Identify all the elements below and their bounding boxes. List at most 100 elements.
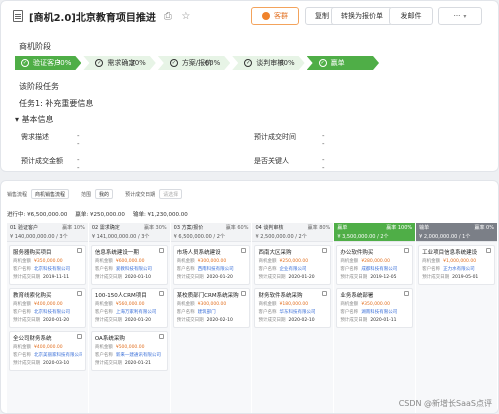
card-amount: 商机金额 ¥400,000.00 (13, 302, 63, 307)
card-checkbox-icon[interactable] (77, 334, 82, 339)
stage-requirement[interactable]: ✓ 需求确定 30% (83, 56, 155, 70)
opportunity-card[interactable]: 业务系统部署商机金额 ¥350,000.00 客户名称 湖南科技有限公司 预计成交日期 2… (336, 288, 414, 328)
expected-date-picker[interactable]: 请选择 (159, 189, 183, 199)
kanban-filters: 销售流程 商机销售流程 范围 我的 预计成交日期 请选择 (7, 189, 183, 199)
card-amount: 商机金额 ¥280,000.00 (340, 259, 390, 264)
card-checkbox-icon[interactable] (240, 248, 246, 253)
document-icon (13, 10, 23, 22)
opportunity-detail-panel: [商机2.0]北京教育项目推进 ⎙ ☆ 客群 复制 转换为报价单 发邮件 ···… (0, 0, 499, 172)
opportunity-card[interactable]: 教育线索化购买 商机金额 ¥400,000.00 客户名称 北京科技有限公司 预计成交日期… (9, 288, 86, 328)
card-checkbox-icon[interactable] (77, 248, 82, 253)
task-item[interactable]: 任务1: 补充重要信息 (19, 98, 93, 109)
card-checkbox-icon[interactable] (158, 291, 164, 296)
send-email-button[interactable]: 发邮件 (389, 7, 433, 25)
opportunity-card[interactable]: 服务器购买项目 商机金额 ¥350,000.00 客户名称 北京科技有限公司 预计成交日期… (9, 245, 86, 285)
card-amount: 商机金额 ¥560,000.00 (94, 302, 145, 307)
card-checkbox-icon[interactable] (158, 248, 164, 253)
card-customer: 客户名称 北京科技有限公司 (13, 267, 70, 272)
card-customer: 客户名称 西南科技有限公司 (176, 267, 234, 272)
convert-quote-button[interactable]: 转换为报价单 (331, 7, 393, 25)
card-checkbox-icon[interactable] (240, 291, 246, 296)
task-section-title: 该阶段任务 (19, 82, 59, 91)
card-title: 业务系统部署 (340, 293, 374, 299)
more-label: ··· (453, 12, 461, 20)
stage-section-title: 商机阶段 (19, 42, 51, 51)
kanban-columns: 01 验证客户 ¥ 140,000,000.00 / 3个 赢率 10% 服务器购买项… (7, 223, 497, 413)
watermark: CSDN @新增长SaaS点评 (398, 399, 492, 408)
card-title: 全公司财务系统 (13, 336, 52, 342)
card-checkbox-icon[interactable] (486, 248, 492, 253)
card-amount: 商机金额 ¥180,000.00 (258, 302, 309, 307)
card-customer: 客户名称 上海万家利有限公司 (94, 310, 157, 315)
scope-select[interactable]: 我的 (95, 189, 114, 199)
column-win-rate: 赢率 100% (386, 225, 413, 231)
card-checkbox-icon[interactable] (404, 248, 410, 253)
card-title: 某校质部门CRM系统采购 (176, 293, 239, 299)
customer-group-button[interactable]: 客群 (251, 7, 299, 25)
kanban-column: 赢单 ¥ 3,500,000.00 / 2个 赢率 100% 办公软件购买 商机金额 ¥2… (334, 223, 416, 413)
card-checkbox-icon[interactable] (158, 334, 164, 339)
page-title: [商机2.0]北京教育项目推进 (29, 12, 156, 24)
card-customer: 客户名称 湖南科技有限公司 (340, 310, 398, 315)
print-icon[interactable]: ⎙ (162, 10, 174, 22)
stage-progress-bar: ✓ 验证客户 30% ✓ 需求确定 30% ✓ 方案/报价 60% ✓ 谈判审核… (15, 56, 381, 70)
column-header: 输单 ¥ 2,000,000.00 / 1个 赢率 0% (416, 223, 497, 242)
card-customer: 客户名称 华东科技有限公司 (258, 310, 316, 315)
card-amount: 商机金额 ¥300,000.00 (176, 259, 227, 264)
opportunity-card[interactable]: 办公软件购买 商机金额 ¥280,000.00 客户名称 成都科技有限公司 预计成交日期 2… (336, 245, 414, 285)
more-button[interactable]: ··· ▾ (438, 7, 482, 25)
kanban-column: 01 验证客户 ¥ 140,000,000.00 / 3个 赢率 10% 服务器购买项… (7, 223, 88, 413)
card-date: 预计成交日期 2020-01-20 (94, 318, 151, 323)
column-win-rate: 赢率 80% (307, 225, 331, 231)
kanban-column: 02 需求确定 ¥ 141,000,000.00 / 3个 赢率 30% 信息系统建设… (88, 223, 170, 413)
check-icon: ✓ (97, 60, 102, 66)
opportunity-card[interactable]: 某校质部门CRM系统采购 商机金额 ¥300,000.00 客户名称 建筑部门 预计成交日… (172, 288, 250, 328)
column-header: 04 谈判审核 ¥ 2,500,000.00 / 2个 赢率 80% (252, 223, 334, 242)
opportunity-card[interactable]: 市场人员系统建设 商机金额 ¥300,000.00 客户名称 西南科技有限公司 预计成交日… (172, 245, 250, 285)
opportunity-card[interactable]: 西南大区采购 商机金额 ¥250,000.00 客户名称 企业有限公司 预计成交日期 202… (254, 245, 332, 285)
star-icon[interactable]: ☆ (180, 10, 192, 22)
card-title: 服务器购买项目 (13, 250, 52, 256)
kanban-column: 03 方案/报价 ¥ 6,500,000.00 / 2个 赢率 60% 市场人员系统建… (170, 223, 252, 413)
stage-won[interactable]: ✓ 赢单 (307, 56, 379, 70)
sales-process-select[interactable]: 商机销售流程 (31, 189, 70, 199)
opportunity-card[interactable]: 财务软件系统采购 商机金额 ¥180,000.00 客户名称 华东科技有限公司 预计成交日… (254, 288, 332, 328)
card-checkbox-icon[interactable] (77, 291, 82, 296)
column-sum: ¥ 2,000,000.00 / 1个 (419, 234, 471, 240)
column-header: 01 验证客户 ¥ 140,000,000.00 / 3个 赢率 10% (7, 223, 88, 242)
card-customer: 客户名称 爱教科技有限公司 (94, 267, 152, 272)
opportunity-card[interactable]: 信息系统建设一期 商机金额 ¥600,000.00 客户名称 爱教科技有限公司 预计成交日… (90, 245, 168, 285)
card-date: 预计成交日期 2020-01-11 (340, 318, 397, 323)
opportunity-card[interactable]: 100-150人CRM项目 商机金额 ¥560,000.00 客户名称 上海万家利有限公… (90, 288, 168, 328)
summary-progress: 进行中: ¥6,500,000.00 (7, 212, 68, 218)
card-date: 预计成交日期 2020-02-10 (176, 318, 233, 323)
card-customer: 客户名称 北京科技有限公司 (13, 310, 70, 315)
card-customer: 客户名称 企业有限公司 (258, 267, 307, 272)
card-date: 预计成交日期 2019-12-05 (340, 275, 397, 280)
card-amount: 商机金额 ¥500,000.00 (94, 345, 145, 350)
card-customer: 客户名称 北京美丽家科技有限公司 (13, 353, 82, 358)
card-title: 100-150人CRM项目 (94, 293, 147, 299)
stage-negotiation[interactable]: ✓ 谈判审核 80% (232, 56, 304, 70)
card-amount: 商机金额 ¥350,000.00 (340, 302, 390, 307)
card-checkbox-icon[interactable] (322, 291, 328, 296)
card-date: 预计成交日期 2020-01-20 (258, 275, 315, 280)
stage-proposal[interactable]: ✓ 方案/报价 60% (158, 56, 230, 70)
column-sum: ¥ 3,500,000.00 / 2个 (337, 234, 389, 240)
card-date: 预计成交日期 2020-01-21 (94, 361, 151, 366)
field-requirement: 需求描述 -- (21, 132, 80, 148)
card-checkbox-icon[interactable] (322, 248, 328, 253)
column-win-rate: 赢率 60% (225, 225, 249, 231)
card-title: 办公软件购买 (340, 250, 374, 256)
stage-verify-customer[interactable]: ✓ 验证客户 30% (15, 56, 81, 70)
opportunity-card[interactable]: 工业项目信息系统建设 商机金额 ¥1,000,000.00 客户名称 正力水有限公司 预计… (418, 245, 496, 285)
card-amount: 商机金额 ¥400,000.00 (13, 345, 63, 350)
opportunity-card[interactable]: 全公司财务系统 商机金额 ¥400,000.00 客户名称 北京美丽家科技有限公司 预计成… (9, 331, 86, 371)
card-title: 教育线索化购买 (13, 293, 52, 299)
card-title: 财务软件系统采购 (258, 293, 303, 299)
opportunity-card[interactable]: OA系统采购 商机金额 ¥500,000.00 客户名称 新来一建通讯有限公司 预计成交日… (90, 331, 168, 371)
card-checkbox-icon[interactable] (404, 291, 410, 296)
basic-info-header[interactable]: ▾ 基本信息 (15, 114, 54, 125)
card-date: 预计成交日期 2020-01-20 (176, 275, 233, 280)
card-customer: 客户名称 建筑部门 (176, 310, 216, 315)
